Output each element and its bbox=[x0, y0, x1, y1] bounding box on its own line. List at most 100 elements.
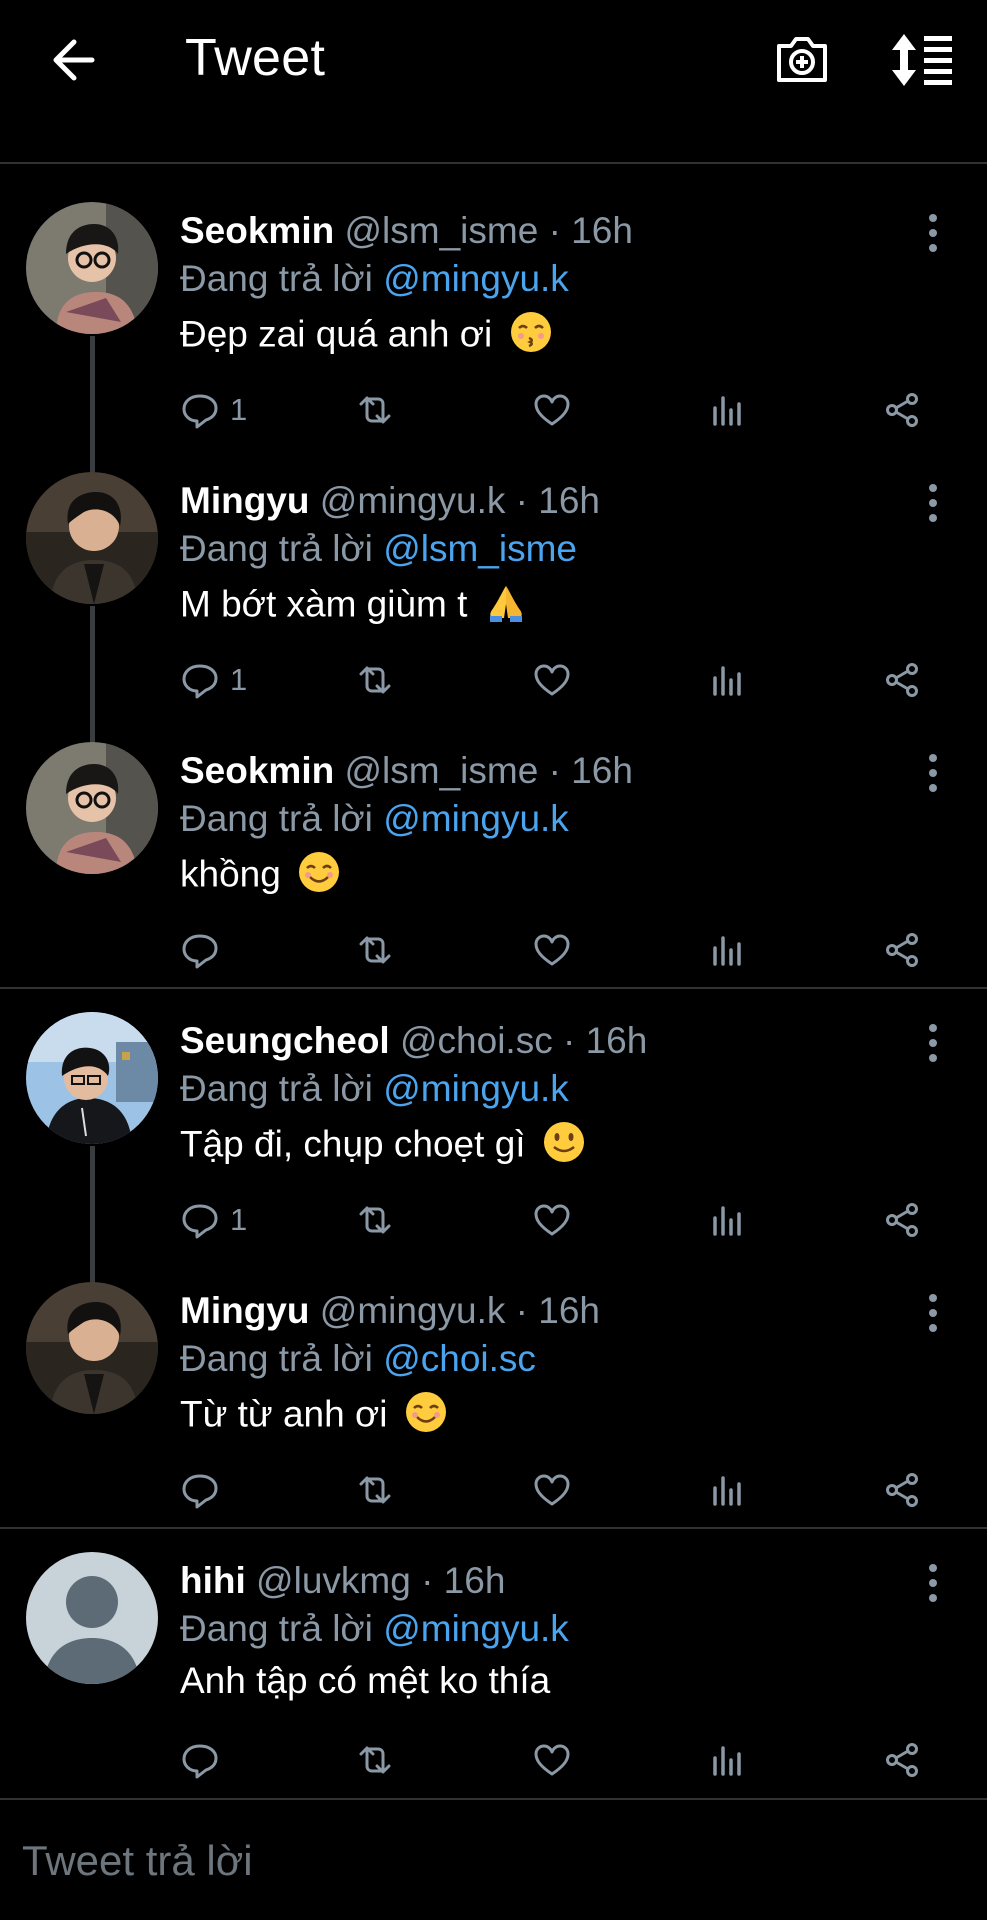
tweet-text: M bớt xàm giùm t bbox=[180, 580, 528, 633]
handle-and-time: @luvkmg · 16h bbox=[256, 1560, 506, 1601]
retweet-button[interactable] bbox=[355, 1462, 395, 1518]
reply-count: 1 bbox=[230, 392, 248, 427]
mention-link[interactable]: @lsm_isme bbox=[383, 528, 577, 569]
like-button[interactable] bbox=[532, 1462, 572, 1518]
avatar[interactable] bbox=[26, 1552, 158, 1684]
share-button[interactable] bbox=[882, 1732, 922, 1788]
retweet-icon bbox=[359, 936, 391, 964]
handle-and-time: @lsm_isme · 16h bbox=[344, 210, 633, 251]
arrow-left-icon bbox=[53, 39, 95, 81]
analytics-button[interactable] bbox=[707, 1732, 747, 1788]
handle-and-time: @mingyu.k · 16h bbox=[319, 1290, 600, 1331]
reply-button[interactable]: 1 bbox=[180, 1192, 247, 1248]
camera-plus-icon bbox=[777, 37, 827, 82]
share-icon bbox=[886, 1203, 918, 1237]
more-options-button[interactable] bbox=[915, 1288, 951, 1338]
more-options-button[interactable] bbox=[915, 1558, 951, 1608]
tweet-text: Tập đi, chụp choẹt gì bbox=[180, 1120, 586, 1173]
avatar[interactable] bbox=[26, 742, 158, 874]
reply-button[interactable] bbox=[180, 922, 230, 978]
author-line: Seokmin @lsm_isme · 16h bbox=[180, 210, 633, 252]
analytics-icon bbox=[713, 936, 741, 966]
avatar[interactable] bbox=[26, 472, 158, 604]
mention-link[interactable]: @mingyu.k bbox=[383, 1608, 569, 1649]
display-name[interactable]: hihi bbox=[180, 1560, 246, 1601]
reply-tweet[interactable]: hihi @luvkmg · 16h Đang trả lời @mingyu.… bbox=[0, 1548, 987, 1798]
reply-button[interactable] bbox=[180, 1462, 230, 1518]
share-button[interactable] bbox=[882, 1192, 922, 1248]
mention-link[interactable]: @mingyu.k bbox=[383, 1068, 569, 1109]
retweet-button[interactable] bbox=[355, 1192, 395, 1248]
avatar[interactable] bbox=[26, 1282, 158, 1414]
replying-to: Đang trả lời @choi.sc bbox=[180, 1338, 536, 1380]
share-button[interactable] bbox=[882, 382, 922, 438]
default-avatar-icon bbox=[26, 1552, 158, 1684]
more-options-button[interactable] bbox=[915, 748, 951, 798]
mention-link[interactable]: @choi.sc bbox=[383, 1338, 536, 1379]
reply-compose-bar bbox=[0, 1798, 987, 1920]
folded-hands-emoji bbox=[484, 580, 528, 633]
analytics-icon bbox=[713, 1476, 741, 1506]
reply-button[interactable]: 1 bbox=[180, 382, 247, 438]
reply-tweet[interactable]: Seungcheol @choi.sc · 16h Đang trả lời @… bbox=[0, 1008, 987, 1278]
smiling-face-emoji bbox=[404, 1390, 448, 1443]
reply-count: 1 bbox=[230, 1202, 248, 1237]
tweet-text: Anh tập có mệt ko thía bbox=[180, 1660, 550, 1702]
action-bar bbox=[180, 1732, 950, 1788]
more-options-button[interactable] bbox=[915, 1018, 951, 1068]
user-photo bbox=[26, 1012, 158, 1144]
analytics-button[interactable] bbox=[707, 382, 747, 438]
like-button[interactable] bbox=[532, 652, 572, 708]
retweet-icon bbox=[359, 666, 391, 694]
avatar[interactable] bbox=[26, 1012, 158, 1144]
reply-tweet[interactable]: Seokmin @lsm_isme · 16h Đang trả lời @mi… bbox=[0, 738, 987, 988]
analytics-button[interactable] bbox=[707, 1462, 747, 1518]
tweet-text: Đẹp zai quá anh ơi bbox=[180, 310, 553, 363]
kissing-face-emoji bbox=[509, 310, 553, 363]
heart-icon bbox=[534, 1204, 570, 1236]
sort-button[interactable] bbox=[890, 32, 954, 88]
analytics-button[interactable] bbox=[707, 922, 747, 978]
display-name[interactable]: Seungcheol bbox=[180, 1020, 390, 1061]
mention-link[interactable]: @mingyu.k bbox=[383, 258, 569, 299]
display-name[interactable]: Mingyu bbox=[180, 480, 309, 521]
analytics-button[interactable] bbox=[707, 1192, 747, 1248]
reply-button[interactable] bbox=[180, 1732, 230, 1788]
camera-button[interactable] bbox=[773, 30, 831, 88]
display-name[interactable]: Seokmin bbox=[180, 750, 334, 791]
like-button[interactable] bbox=[532, 1192, 572, 1248]
mention-link[interactable]: @mingyu.k bbox=[383, 798, 569, 839]
like-button[interactable] bbox=[532, 382, 572, 438]
like-button[interactable] bbox=[532, 922, 572, 978]
retweet-button[interactable] bbox=[355, 382, 395, 438]
retweet-button[interactable] bbox=[355, 922, 395, 978]
more-options-button[interactable] bbox=[915, 478, 951, 528]
analytics-button[interactable] bbox=[707, 652, 747, 708]
more-options-button[interactable] bbox=[915, 208, 951, 258]
replying-to-label: Đang trả lời bbox=[180, 1068, 373, 1109]
tweet-text-content: Anh tập có mệt ko thía bbox=[180, 1660, 551, 1701]
retweet-button[interactable] bbox=[355, 652, 395, 708]
share-button[interactable] bbox=[882, 652, 922, 708]
heart-icon bbox=[534, 664, 570, 696]
avatar[interactable] bbox=[26, 202, 158, 334]
retweet-icon bbox=[359, 1476, 391, 1504]
share-button[interactable] bbox=[882, 922, 922, 978]
reply-tweet[interactable]: Mingyu @mingyu.k · 16h Đang trả lời @lsm… bbox=[0, 468, 987, 738]
thread-divider bbox=[0, 1527, 987, 1529]
reply-tweet[interactable]: Seokmin @lsm_isme · 16h Đang trả lời @mi… bbox=[0, 198, 987, 468]
reply-tweet[interactable]: Mingyu @mingyu.k · 16h Đang trả lời @cho… bbox=[0, 1278, 987, 1528]
more-vertical-icon bbox=[929, 754, 937, 792]
user-photo bbox=[26, 472, 158, 604]
slight-smile-emoji bbox=[542, 1120, 586, 1173]
more-vertical-icon bbox=[929, 214, 937, 252]
like-button[interactable] bbox=[532, 1732, 572, 1788]
display-name[interactable]: Mingyu bbox=[180, 1290, 309, 1331]
back-button[interactable] bbox=[44, 32, 100, 88]
action-bar bbox=[180, 1462, 950, 1518]
reply-button[interactable]: 1 bbox=[180, 652, 247, 708]
share-button[interactable] bbox=[882, 1462, 922, 1518]
retweet-button[interactable] bbox=[355, 1732, 395, 1788]
display-name[interactable]: Seokmin bbox=[180, 210, 334, 251]
reply-input[interactable] bbox=[20, 1820, 964, 1902]
